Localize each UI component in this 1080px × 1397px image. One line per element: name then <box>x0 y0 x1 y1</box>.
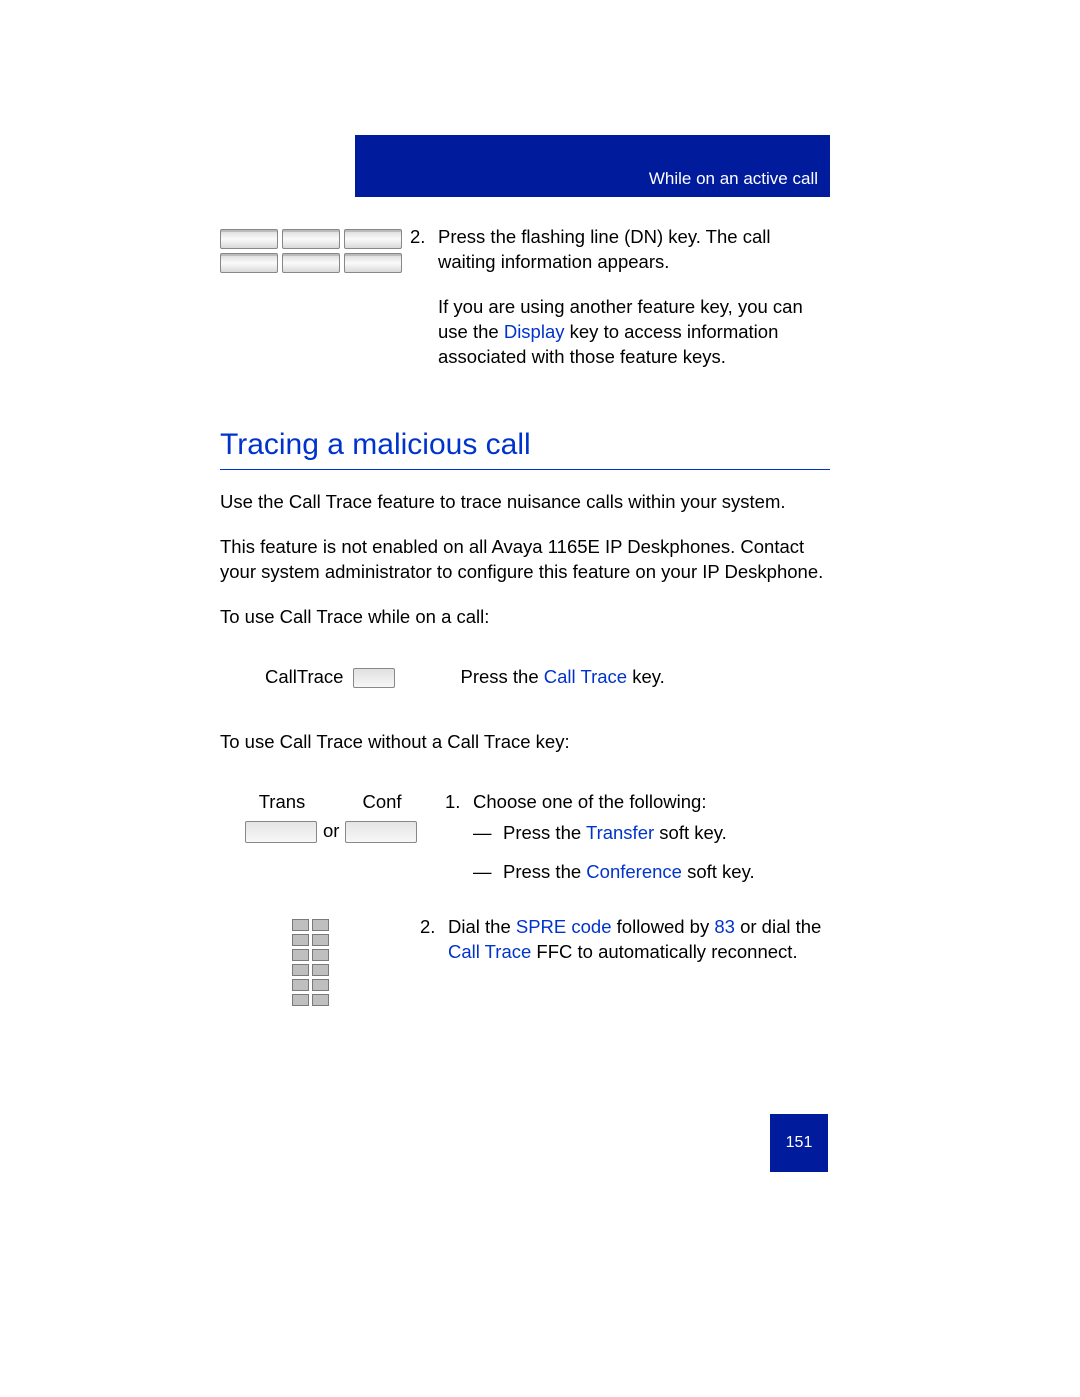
softkey-icon <box>282 229 340 249</box>
calltrace-row: CallTrace Press the Call Trace key. <box>265 665 830 690</box>
page-number: 151 <box>786 1134 813 1152</box>
step-2a-row: 2. Press the flashing line (DN) key. The… <box>220 225 830 370</box>
softkey-icon <box>220 229 278 249</box>
section-heading: Tracing a malicious call <box>220 425 830 471</box>
conf-label: Conf <box>345 790 419 815</box>
choose-lead: Choose one of the following: <box>473 790 706 815</box>
body-p4: To use Call Trace without a Call Trace k… <box>220 730 830 755</box>
trans-button-icon <box>245 821 317 843</box>
text: FFC to automatically reconnect. <box>531 941 797 962</box>
softkey-illustration <box>220 225 410 273</box>
text: key. <box>627 666 665 687</box>
keypad-icon <box>292 919 348 1006</box>
dial-block: 2. Dial the SPRE code followed by 83 or … <box>220 915 830 1006</box>
text: soft key. <box>654 822 727 843</box>
text: Dial the <box>448 916 516 937</box>
text: soft key. <box>682 861 755 882</box>
softkey-icon <box>282 253 340 273</box>
calltrace-link: Call Trace <box>544 666 627 687</box>
softkey-icon <box>344 253 402 273</box>
option-1: — Press the Transfer soft key. <box>473 821 830 846</box>
trans-conf-illustration: Trans Conf or <box>220 790 445 860</box>
trans-label: Trans <box>245 790 319 815</box>
conference-link: Conference <box>586 861 682 882</box>
display-key-link: Display <box>504 321 565 342</box>
step-number: 2. <box>420 915 448 965</box>
text: Press the <box>503 822 586 843</box>
or-text: or <box>323 819 339 844</box>
step-number: 2. <box>410 225 438 275</box>
spre-code-link: SPRE code <box>516 916 612 937</box>
trans-conf-block: Trans Conf or 1. Choose one of the follo… <box>220 790 830 885</box>
page: While on an active call 2. Pre <box>0 0 1080 1397</box>
option-2: — Press the Conference soft key. <box>473 860 830 885</box>
dash: — <box>473 821 503 846</box>
text: followed by <box>612 916 715 937</box>
calltrace-label: CallTrace <box>265 665 343 690</box>
text: Press the <box>460 666 543 687</box>
body-p3: To use Call Trace while on a call: <box>220 605 830 630</box>
step-2b: If you are using another feature key, yo… <box>438 295 830 370</box>
running-header: While on an active call <box>355 135 830 197</box>
text: Press the <box>503 861 586 882</box>
step-text: Press the flashing line (DN) key. The ca… <box>438 225 830 275</box>
dial-text: Dial the SPRE code followed by 83 or dia… <box>448 915 830 965</box>
conf-button-icon <box>345 821 417 843</box>
step-2a: 2. Press the flashing line (DN) key. The… <box>410 225 830 275</box>
dash: — <box>473 860 503 885</box>
calltrace-instruction: Press the Call Trace key. <box>460 665 664 690</box>
page-number-box: 151 <box>770 1114 828 1172</box>
dial-step: 2. Dial the SPRE code followed by 83 or … <box>420 915 830 965</box>
softkey-icon <box>220 253 278 273</box>
calltrace-ffc-link: Call Trace <box>448 941 531 962</box>
softkey-icon <box>344 229 402 249</box>
body-p1: Use the Call Trace feature to trace nuis… <box>220 490 830 515</box>
code-83-link: 83 <box>714 916 735 937</box>
running-header-text: While on an active call <box>649 169 818 189</box>
content-area: 2. Press the flashing line (DN) key. The… <box>220 225 830 1006</box>
text: or dial the <box>735 916 821 937</box>
calltrace-key-icon <box>353 668 395 688</box>
step-number: 1. <box>445 790 473 815</box>
choose-step: 1. Choose one of the following: <box>445 790 830 815</box>
body-p2: This feature is not enabled on all Avaya… <box>220 535 830 585</box>
transfer-link: Transfer <box>586 822 654 843</box>
